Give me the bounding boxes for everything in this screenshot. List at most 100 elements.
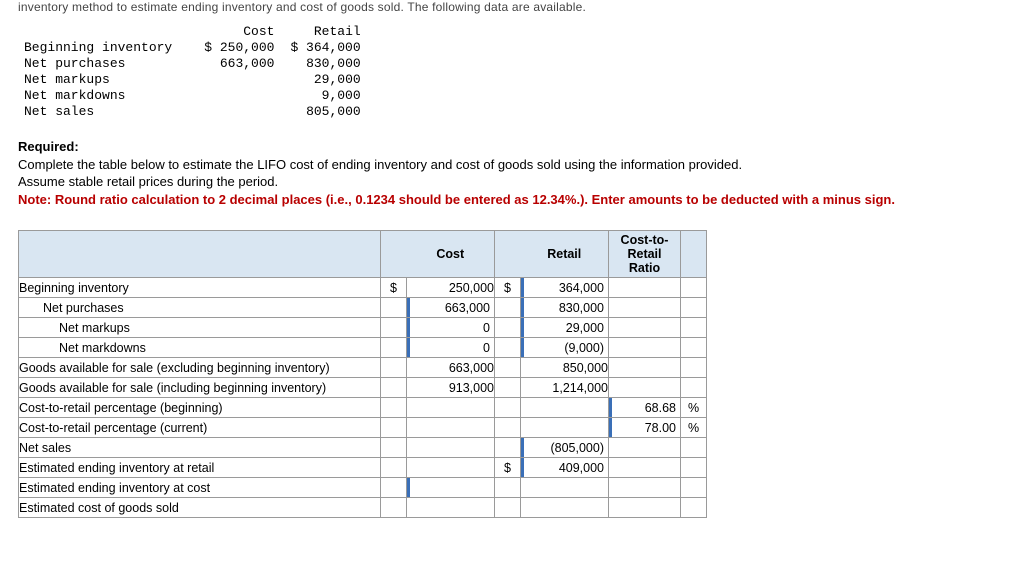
given-row-label: Net markups <box>24 72 196 88</box>
currency-symbol <box>381 358 407 378</box>
row-label: Net markups <box>19 318 381 338</box>
table-row: Goods available for sale (excluding begi… <box>19 358 707 378</box>
currency-symbol <box>495 418 521 438</box>
currency-symbol: $ <box>495 458 521 478</box>
required-line-2: Assume stable retail prices during the p… <box>18 174 278 189</box>
col-blank <box>381 231 407 278</box>
currency-symbol <box>381 378 407 398</box>
given-row-label: Net purchases <box>24 56 196 72</box>
currency-symbol <box>381 398 407 418</box>
row-label: Estimated ending inventory at cost <box>19 478 381 498</box>
table-row: Net markups 0 29,000 <box>19 318 707 338</box>
retail-cell[interactable]: 29,000 <box>521 318 609 338</box>
retail-cell[interactable]: 364,000 <box>521 278 609 298</box>
currency-symbol <box>495 498 521 518</box>
row-label: Goods available for sale (including begi… <box>19 378 381 398</box>
row-label: Cost-to-retail percentage (current) <box>19 418 381 438</box>
currency-symbol <box>381 298 407 318</box>
ratio-cell[interactable]: 78.00 <box>609 418 681 438</box>
given-cell <box>196 104 282 120</box>
percent-symbol <box>681 498 707 518</box>
percent-symbol <box>681 438 707 458</box>
currency-symbol <box>381 478 407 498</box>
given-row-label: Net sales <box>24 104 196 120</box>
given-cell <box>196 72 282 88</box>
given-row-label: Net markdowns <box>24 88 196 104</box>
required-line-1: Complete the table below to estimate the… <box>18 157 742 172</box>
cost-cell[interactable]: 0 <box>407 338 495 358</box>
percent-symbol <box>681 278 707 298</box>
currency-symbol <box>495 438 521 458</box>
cost-cell: 250,000 <box>407 278 495 298</box>
given-data-table: Cost Retail Beginning inventory$ 250,000… <box>24 24 369 120</box>
currency-symbol <box>381 318 407 338</box>
cost-cell <box>407 418 495 438</box>
col-retail: Retail <box>521 231 609 278</box>
retail-cell[interactable]: 830,000 <box>521 298 609 318</box>
currency-symbol <box>495 298 521 318</box>
percent-symbol <box>681 318 707 338</box>
ratio-cell <box>609 478 681 498</box>
table-row: Cost-to-retail percentage (beginning)68.… <box>19 398 707 418</box>
cost-cell[interactable] <box>407 478 495 498</box>
row-label: Net purchases <box>19 298 381 318</box>
given-cell: 663,000 <box>196 56 282 72</box>
cost-cell <box>407 438 495 458</box>
currency-symbol <box>381 338 407 358</box>
col-ratio-line1: Cost-to-Retail <box>621 233 669 261</box>
col-blank <box>19 231 381 278</box>
row-label: Net sales <box>19 438 381 458</box>
cost-cell[interactable]: 663,000 <box>407 298 495 318</box>
ratio-cell <box>609 378 681 398</box>
required-note: Note: Round ratio calculation to 2 decim… <box>18 192 895 207</box>
retail-cell[interactable]: 409,000 <box>521 458 609 478</box>
table-row: Estimated cost of goods sold <box>19 498 707 518</box>
retail-cell: 1,214,000 <box>521 378 609 398</box>
cost-cell[interactable]: 0 <box>407 318 495 338</box>
given-cell <box>196 88 282 104</box>
table-row: Goods available for sale (including begi… <box>19 378 707 398</box>
cost-cell <box>407 458 495 478</box>
given-cell: 805,000 <box>282 104 368 120</box>
table-row: Estimated ending inventory at cost <box>19 478 707 498</box>
ratio-cell <box>609 498 681 518</box>
truncated-context-line: inventory method to estimate ending inve… <box>18 0 1006 24</box>
given-col-cost: Cost <box>196 24 282 40</box>
retail-cell <box>521 498 609 518</box>
worksheet-table: Cost Retail Cost-to-Retail Ratio Beginni… <box>18 230 707 518</box>
ratio-cell <box>609 358 681 378</box>
currency-symbol <box>381 458 407 478</box>
row-label: Goods available for sale (excluding begi… <box>19 358 381 378</box>
percent-symbol <box>681 458 707 478</box>
currency-symbol <box>381 418 407 438</box>
row-label: Beginning inventory <box>19 278 381 298</box>
currency-symbol: $ <box>495 278 521 298</box>
row-label: Estimated cost of goods sold <box>19 498 381 518</box>
currency-symbol <box>495 378 521 398</box>
retail-cell[interactable]: (805,000) <box>521 438 609 458</box>
table-row: Net sales (805,000) <box>19 438 707 458</box>
currency-symbol <box>381 438 407 458</box>
table-row: Net markdowns0(9,000) <box>19 338 707 358</box>
given-col-retail: Retail <box>282 24 368 40</box>
row-label: Estimated ending inventory at retail <box>19 458 381 478</box>
required-heading: Required: <box>18 139 79 154</box>
cost-cell <box>407 398 495 418</box>
retail-cell: 850,000 <box>521 358 609 378</box>
cost-cell: 913,000 <box>407 378 495 398</box>
col-ratio-line2: Ratio <box>629 261 660 275</box>
percent-symbol: % <box>681 418 707 438</box>
retail-cell[interactable]: (9,000) <box>521 338 609 358</box>
ratio-cell <box>609 278 681 298</box>
currency-symbol <box>495 338 521 358</box>
ratio-cell[interactable]: 68.68 <box>609 398 681 418</box>
currency-symbol: $ <box>381 278 407 298</box>
currency-symbol <box>495 358 521 378</box>
given-cell: 29,000 <box>282 72 368 88</box>
percent-symbol <box>681 338 707 358</box>
percent-symbol <box>681 358 707 378</box>
percent-symbol: % <box>681 398 707 418</box>
currency-symbol <box>495 318 521 338</box>
retail-cell <box>521 418 609 438</box>
currency-symbol <box>381 498 407 518</box>
